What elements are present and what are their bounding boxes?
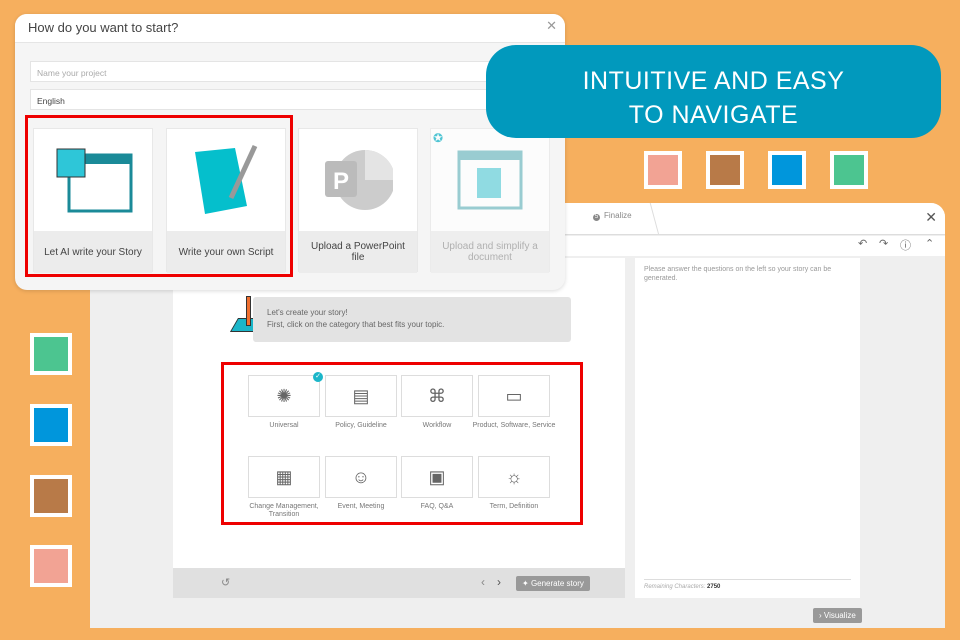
card-label: Upload a PowerPoint file — [299, 231, 417, 273]
reset-icon[interactable]: ↺ — [221, 576, 230, 589]
card-powerpoint[interactable]: P Upload a PowerPoint file — [298, 128, 418, 273]
step-divider — [640, 203, 660, 235]
premium-badge-icon: ✪ — [433, 131, 444, 145]
selected-check-icon: ✓ — [313, 372, 323, 382]
flowchart-icon: ⌘ — [428, 385, 446, 406]
generate-story-button[interactable]: ✦ Generate story — [516, 576, 590, 591]
remaining-characters: Remaining Characters: 2750 — [644, 584, 720, 590]
color-swatch — [30, 404, 72, 446]
color-swatch — [830, 151, 868, 189]
visualize-button[interactable]: › Visualize — [813, 608, 862, 623]
project-name-input[interactable]: Name your project — [30, 61, 555, 82]
redo-icon[interactable]: ↷ — [879, 237, 888, 250]
powerpoint-icon: P — [299, 129, 417, 231]
category-label: Product, Software, Service — [472, 422, 556, 429]
people-icon: ☺ — [351, 466, 371, 487]
document-window-icon — [431, 129, 549, 231]
color-swatch — [30, 333, 72, 375]
remaining-value: 2750 — [707, 584, 721, 590]
card-label: Upload and simplify a document — [431, 231, 549, 273]
category-tile[interactable]: ▦ — [248, 456, 320, 498]
category-label: Term, Definition — [489, 503, 539, 510]
divider — [644, 579, 851, 580]
intro-line-2: First, click on the category that best f… — [267, 320, 445, 329]
highlight-box — [25, 115, 293, 277]
step-finalize[interactable]: 5 Finalize — [593, 211, 632, 221]
card-simplify-document[interactable]: ✪ Upload and simplify a document — [430, 128, 550, 273]
category-tile[interactable]: ▤ — [325, 375, 397, 417]
dialog-title: How do you want to start? — [15, 14, 565, 43]
next-icon[interactable]: › — [497, 575, 501, 589]
visualize-label: Visualize — [823, 611, 856, 620]
generate-label: Generate story — [530, 579, 584, 588]
color-swatch — [644, 151, 682, 189]
intro-line-1: Let's create your story! — [267, 308, 348, 317]
brain-icon: ✺ — [276, 385, 292, 406]
color-swatch — [30, 545, 72, 587]
buildings-icon: ▦ — [275, 466, 293, 487]
storefront-icon: ▭ — [505, 385, 523, 406]
chat-icon: ▣ — [428, 466, 446, 487]
remaining-label: Remaining Characters: — [644, 584, 706, 590]
category-tile[interactable]: ☺ — [325, 456, 397, 498]
category-tile[interactable]: ⌘ — [401, 375, 473, 417]
collapse-chevron-icon[interactable]: ⌃ — [925, 237, 934, 250]
start-dialog: How do you want to start? ✕ Name your pr… — [15, 14, 565, 290]
category-tile[interactable]: ✺ ✓ — [248, 372, 323, 417]
prev-icon[interactable]: ‹ — [481, 575, 485, 589]
category-tile[interactable]: ☼ — [478, 456, 550, 498]
banner-line-2: TO NAVIGATE — [628, 101, 799, 129]
story-preview-panel: Please answer the questions on the left … — [635, 258, 860, 598]
close-icon[interactable]: ✕ — [925, 209, 937, 226]
color-swatch — [30, 475, 72, 517]
lightbulb-icon: ☼ — [505, 466, 523, 487]
color-swatch — [706, 151, 744, 189]
category-tile[interactable]: ▭ — [478, 375, 550, 417]
book-icon: ▤ — [352, 385, 370, 406]
banner-line-1: INTUITIVE AND EASY — [582, 67, 845, 95]
undo-icon[interactable]: ↶ — [858, 237, 867, 250]
language-select[interactable]: English — [30, 89, 555, 110]
step-label: Finalize — [604, 211, 632, 220]
feature-banner: INTUITIVE AND EASY TO NAVIGATE — [486, 45, 941, 138]
help-icon[interactable]: ⓘ — [900, 237, 911, 253]
close-icon[interactable]: ✕ — [546, 18, 557, 34]
category-tile[interactable]: ▣ — [401, 456, 473, 498]
color-swatch — [768, 151, 806, 189]
preview-hint: Please answer the questions on the left … — [644, 266, 832, 282]
intro-message: Let's create your story! First, click on… — [253, 297, 571, 342]
step-number: 5 — [593, 214, 600, 221]
svg-text:P: P — [333, 168, 349, 195]
panel-footer: ↺ ‹ › ✦ Generate story — [173, 568, 625, 598]
